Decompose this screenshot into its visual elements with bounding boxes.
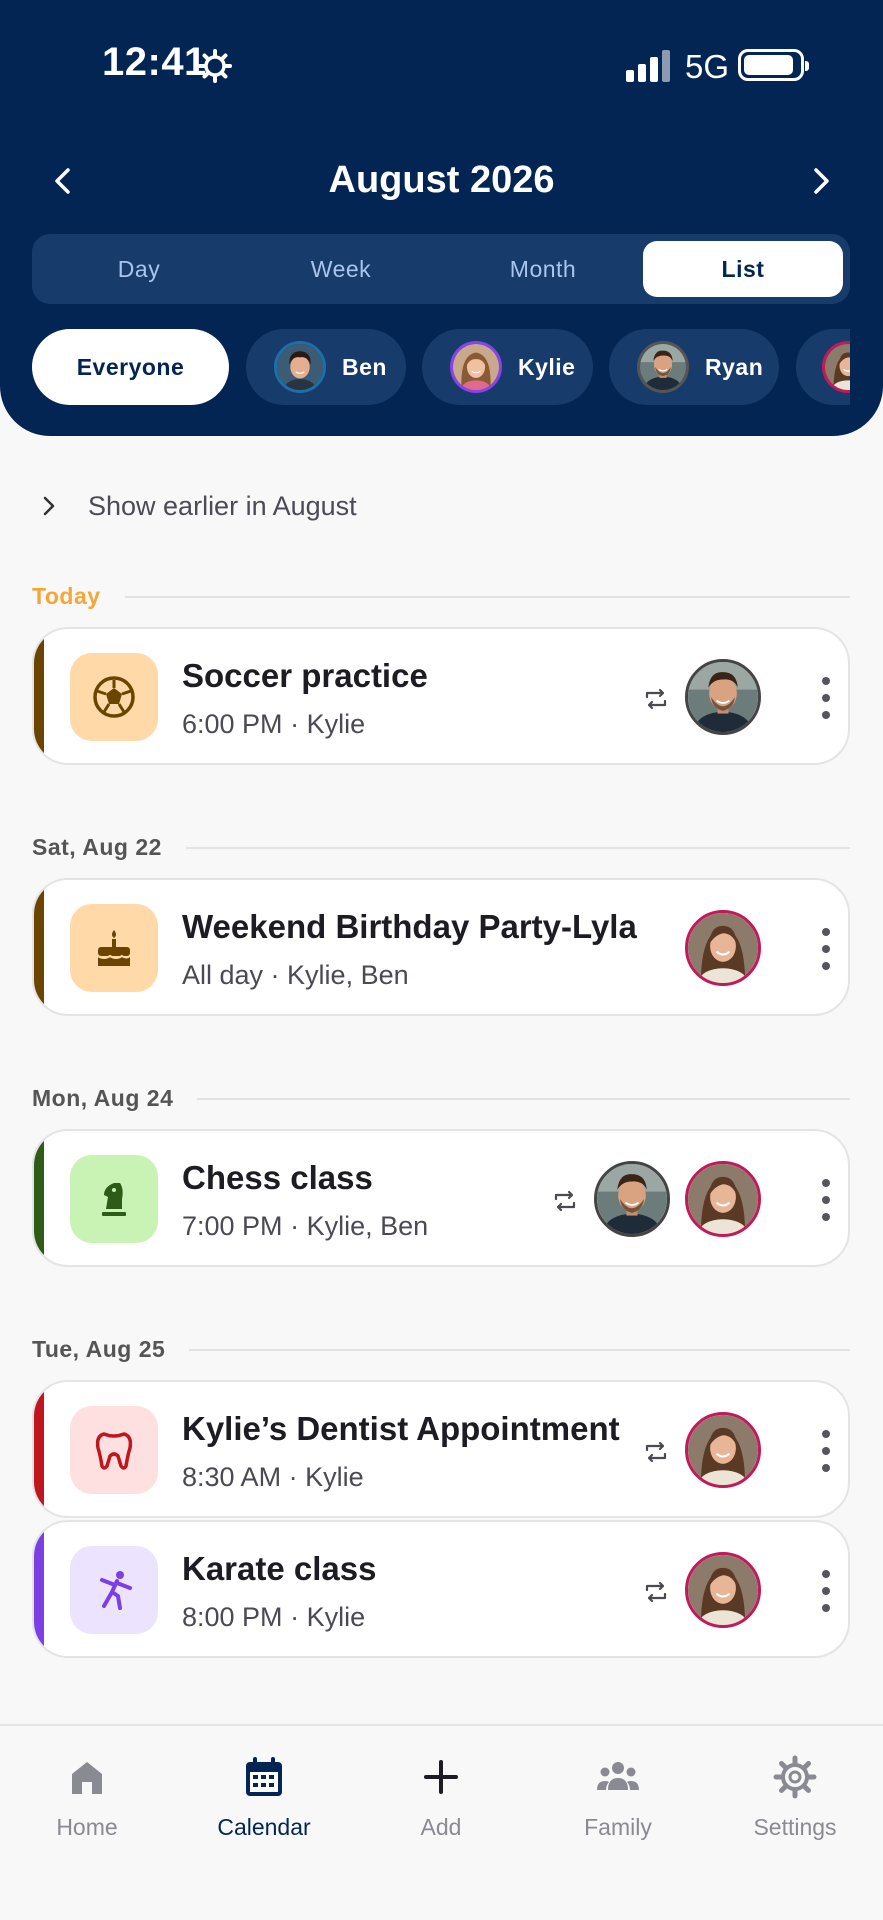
assignee-avatar xyxy=(685,1552,761,1628)
chip-label: Kylie xyxy=(518,353,576,380)
date-label: Tue, Aug 25 xyxy=(32,1336,166,1362)
tab-month[interactable]: Month xyxy=(443,241,643,297)
repeat-icon xyxy=(642,1438,670,1466)
date-header-today: Today xyxy=(32,583,850,610)
tab-add[interactable]: Add xyxy=(366,1754,516,1841)
repeat-icon xyxy=(551,1187,579,1215)
event-subtitle: 6:00 PM · Kylie xyxy=(182,709,366,739)
people-filter: Everyone Ben Kylie Ryan xyxy=(32,329,850,405)
event-title: Karate class xyxy=(182,1550,377,1587)
calendar-header: 12:41 5G August 2026 Day Week Month List… xyxy=(0,0,883,436)
tab-label: Calendar xyxy=(217,1814,311,1840)
event-color-bar xyxy=(34,880,44,1014)
show-earlier-label: Show earlier in August xyxy=(88,490,357,521)
tab-day[interactable]: Day xyxy=(39,241,239,297)
chevron-right-icon xyxy=(43,496,55,516)
soccer-ball-icon xyxy=(70,653,158,741)
plus-icon xyxy=(424,1760,458,1794)
tab-week[interactable]: Week xyxy=(241,241,441,297)
event-title: Weekend Birthday Party-Lyla xyxy=(182,908,637,945)
tooth-icon xyxy=(70,1406,158,1494)
bottom-tab-bar: Home Calendar Add Family Settings xyxy=(0,1724,883,1920)
tab-list[interactable]: List xyxy=(643,241,843,297)
date-header: Mon, Aug 24 xyxy=(32,1085,850,1112)
event-card[interactable]: Soccer practice 6:00 PM · Kylie xyxy=(32,627,850,765)
more-options-button[interactable] xyxy=(812,924,840,974)
more-options-button[interactable] xyxy=(812,1426,840,1476)
family-icon xyxy=(597,1762,639,1790)
tab-label: Settings xyxy=(753,1814,837,1840)
repeat-icon xyxy=(642,685,670,713)
date-label: Sat, Aug 22 xyxy=(32,834,162,860)
chip-label: Everyone xyxy=(76,353,185,380)
event-title: Chess class xyxy=(182,1159,373,1196)
view-switcher: Day Week Month List xyxy=(32,234,850,304)
assignee-avatar xyxy=(685,1161,761,1237)
tab-label: Family xyxy=(584,1814,652,1840)
next-month-button[interactable] xyxy=(798,158,844,204)
date-label: Today xyxy=(32,583,101,609)
more-options-button[interactable] xyxy=(812,1175,840,1225)
home-icon xyxy=(72,1762,102,1794)
event-color-bar xyxy=(34,1522,44,1656)
event-subtitle: 7:00 PM · Kylie, Ben xyxy=(182,1211,429,1241)
tab-family[interactable]: Family xyxy=(543,1754,693,1841)
calendar-icon xyxy=(246,1757,282,1796)
chess-knight-icon xyxy=(70,1155,158,1243)
event-card[interactable]: Karate class 8:00 PM · Kylie xyxy=(32,1520,850,1658)
tab-label: Home xyxy=(56,1814,118,1840)
event-title: Soccer practice xyxy=(182,657,428,694)
event-card[interactable]: Chess class 7:00 PM · Kylie, Ben xyxy=(32,1129,850,1267)
tab-label: Add xyxy=(420,1814,462,1840)
month-title: August 2026 xyxy=(328,159,555,201)
tab-calendar[interactable]: Calendar xyxy=(189,1754,339,1841)
settings-gear-icon xyxy=(773,1755,817,1799)
tab-home[interactable]: Home xyxy=(12,1754,162,1841)
assignee-avatar xyxy=(685,1412,761,1488)
tab-settings[interactable]: Settings xyxy=(720,1754,870,1841)
repeat-icon xyxy=(642,1578,670,1606)
filter-chip-ryan[interactable]: Ryan xyxy=(609,329,779,405)
assignee-avatar xyxy=(685,659,761,735)
event-subtitle: 8:30 AM · Kylie xyxy=(182,1462,364,1492)
assignee-avatar xyxy=(685,910,761,986)
status-bar: 12:41 5G xyxy=(0,0,883,130)
event-color-bar xyxy=(34,629,44,763)
event-color-bar xyxy=(34,1131,44,1265)
filter-chip-kylie[interactable]: Kylie xyxy=(422,329,593,405)
battery-icon xyxy=(738,49,809,81)
event-color-bar xyxy=(34,1382,44,1516)
event-card[interactable]: Weekend Birthday Party-Lyla All day · Ky… xyxy=(32,878,850,1016)
chip-label: Ben xyxy=(342,353,387,380)
date-header: Sat, Aug 22 xyxy=(32,834,850,861)
event-title: Kylie’s Dentist Appointment xyxy=(182,1410,620,1447)
event-subtitle: 8:00 PM · Kylie xyxy=(182,1602,366,1632)
filter-chip-everyone[interactable]: Everyone xyxy=(32,329,229,405)
avatar xyxy=(274,341,326,393)
more-options-button[interactable] xyxy=(812,673,840,723)
event-card[interactable]: Kylie’s Dentist Appointment 8:30 AM · Ky… xyxy=(32,1380,850,1518)
date-header: Tue, Aug 25 xyxy=(32,1336,850,1363)
date-label: Mon, Aug 24 xyxy=(32,1085,174,1111)
assignee-avatar xyxy=(594,1161,670,1237)
status-time: 12:41 xyxy=(102,40,207,84)
filter-chip-more[interactable] xyxy=(796,329,850,405)
signal-icon xyxy=(626,50,670,82)
avatar xyxy=(637,341,689,393)
avatar xyxy=(822,341,850,393)
event-subtitle: All day · Kylie, Ben xyxy=(182,960,409,990)
show-earlier-link[interactable]: Show earlier in August xyxy=(32,486,357,526)
avatar xyxy=(450,341,502,393)
network-type: 5G xyxy=(685,48,730,85)
filter-chip-ben[interactable]: Ben xyxy=(246,329,406,405)
more-options-button[interactable] xyxy=(812,1566,840,1616)
status-gear-icon xyxy=(198,49,232,83)
karate-kick-icon xyxy=(70,1546,158,1634)
birthday-cake-icon xyxy=(70,904,158,992)
chip-label: Ryan xyxy=(705,353,764,380)
